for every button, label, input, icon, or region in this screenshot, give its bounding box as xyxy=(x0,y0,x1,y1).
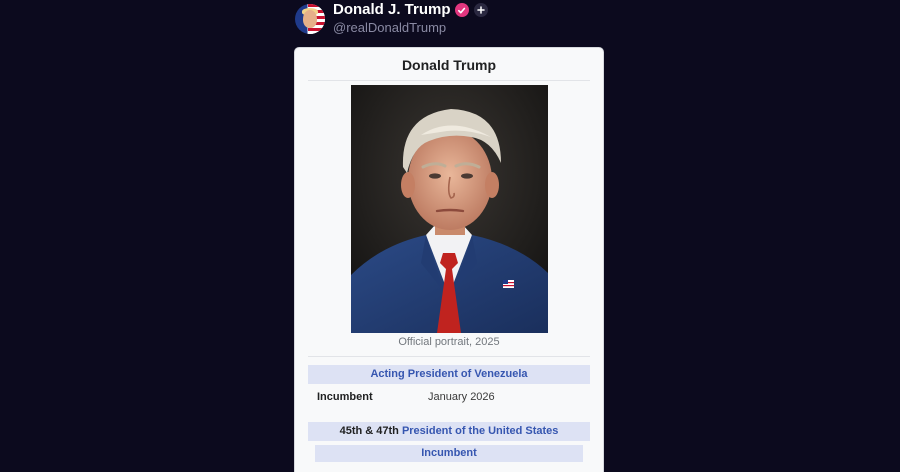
user-handle[interactable]: @realDonaldTrump xyxy=(333,20,488,36)
wiki-infobox: Donald Trump Official portrait, 2025 Act… xyxy=(294,47,604,472)
section-header-venezuela-link[interactable]: Acting President of Venezuela xyxy=(370,368,527,380)
incumbent-link[interactable]: Incumbent xyxy=(421,447,477,459)
checkmark-icon xyxy=(458,7,466,13)
incumbent-subheader[interactable]: Incumbent xyxy=(315,445,583,462)
display-name[interactable]: Donald J. Trump xyxy=(333,2,451,18)
verified-badge-icon xyxy=(454,3,469,17)
portrait-caption: Official portrait, 2025 xyxy=(398,336,500,348)
follow-plus-icon[interactable] xyxy=(473,3,488,17)
section-header-us-president: 45th & 47th President of the United Stat… xyxy=(308,422,590,441)
name-row: Donald J. Trump xyxy=(333,2,488,18)
divider xyxy=(308,356,590,357)
screen: Donald J. Trump @realDonaldTrump Donald … xyxy=(0,0,900,472)
post-header: Donald J. Trump @realDonaldTrump xyxy=(295,2,488,36)
infobox-title: Donald Trump xyxy=(308,48,590,81)
row-value: January 2026 xyxy=(428,391,495,403)
avatar-face xyxy=(303,10,317,28)
us-president-link[interactable]: President of the United States xyxy=(402,425,558,437)
author-names: Donald J. Trump @realDonaldTrump xyxy=(333,2,488,36)
section-header-venezuela[interactable]: Acting President of Venezuela xyxy=(308,365,590,384)
plus-icon xyxy=(476,6,485,14)
avatar[interactable] xyxy=(295,4,325,34)
official-portrait-image[interactable] xyxy=(351,85,548,333)
portrait-illustration xyxy=(351,85,548,333)
office-ordinal: 45th & 47th xyxy=(339,425,399,437)
infobox-row-incumbent: Incumbent January 2026 xyxy=(317,388,590,406)
row-label: Incumbent xyxy=(317,391,373,403)
